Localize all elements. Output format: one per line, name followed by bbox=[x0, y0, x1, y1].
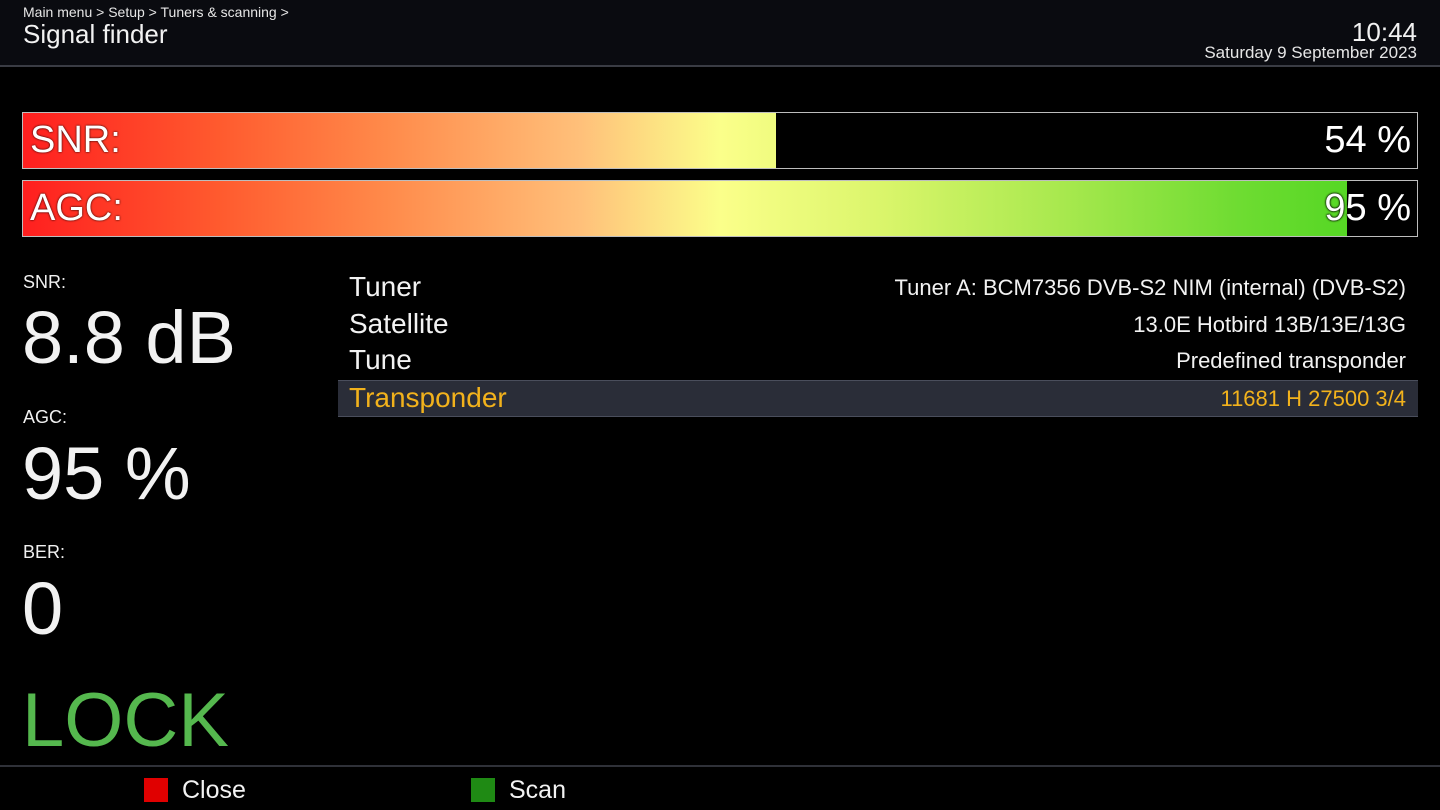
info-value: 11681 H 27500 3/4 bbox=[1220, 386, 1406, 412]
info-key: Tune bbox=[349, 344, 412, 376]
agc-label: AGC: bbox=[23, 407, 68, 427]
snr-label: SNR: bbox=[23, 272, 67, 292]
scan-label: Scan bbox=[509, 775, 566, 804]
breadcrumb: Main menu > Setup > Tuners & scanning > bbox=[23, 4, 289, 20]
header: Main menu > Setup > Tuners & scanning > … bbox=[0, 0, 1440, 67]
footer: Close Scan bbox=[0, 765, 1440, 810]
agc-bar-value: 95 % bbox=[1324, 187, 1411, 229]
page-title: Signal finder bbox=[23, 19, 168, 49]
agc-bar-fill bbox=[23, 181, 1348, 236]
info-key: Satellite bbox=[349, 307, 449, 339]
agc-bar: AGC: 95 % bbox=[22, 180, 1418, 237]
info-row-tuner[interactable]: Tuner Tuner A: BCM7356 DVB-S2 NIM (inter… bbox=[338, 270, 1418, 307]
tuner-info-list: Tuner Tuner A: BCM7356 DVB-S2 NIM (inter… bbox=[338, 270, 1418, 418]
agc-bar-gradient bbox=[23, 181, 1348, 236]
snr-bar: SNR: 54 % bbox=[22, 112, 1418, 169]
info-key: Transponder bbox=[349, 382, 507, 414]
ber-label: BER: bbox=[23, 542, 66, 562]
snr-bar-label: SNR: bbox=[30, 119, 121, 161]
agc-value: 95 % bbox=[22, 432, 191, 515]
green-key-icon bbox=[471, 778, 495, 802]
signal-finder-screen: Main menu > Setup > Tuners & scanning > … bbox=[0, 0, 1440, 810]
red-key-icon bbox=[144, 778, 168, 802]
date: Saturday 9 September 2023 bbox=[1204, 43, 1417, 62]
snr-value: 8.8 dB bbox=[22, 296, 236, 379]
snr-bar-value: 54 % bbox=[1324, 119, 1411, 161]
lock-status: LOCK bbox=[22, 678, 229, 763]
snr-bar-fill bbox=[23, 113, 776, 168]
info-row-satellite[interactable]: Satellite 13.0E Hotbird 13B/13E/13G bbox=[338, 307, 1418, 344]
agc-bar-label: AGC: bbox=[30, 187, 123, 229]
info-row-tune[interactable]: Tune Predefined transponder bbox=[338, 343, 1418, 380]
info-value: Predefined transponder bbox=[1176, 348, 1406, 374]
close-label: Close bbox=[182, 775, 246, 804]
ber-value: 0 bbox=[22, 567, 64, 650]
scan-button[interactable]: Scan bbox=[471, 775, 566, 804]
close-button[interactable]: Close bbox=[144, 775, 246, 804]
info-key: Tuner bbox=[349, 271, 422, 302]
info-value: Tuner A: BCM7356 DVB-S2 NIM (internal) (… bbox=[894, 275, 1406, 300]
info-row-transponder[interactable]: Transponder 11681 H 27500 3/4 bbox=[338, 380, 1418, 418]
info-value: 13.0E Hotbird 13B/13E/13G bbox=[1133, 311, 1406, 337]
snr-bar-gradient bbox=[23, 113, 776, 168]
